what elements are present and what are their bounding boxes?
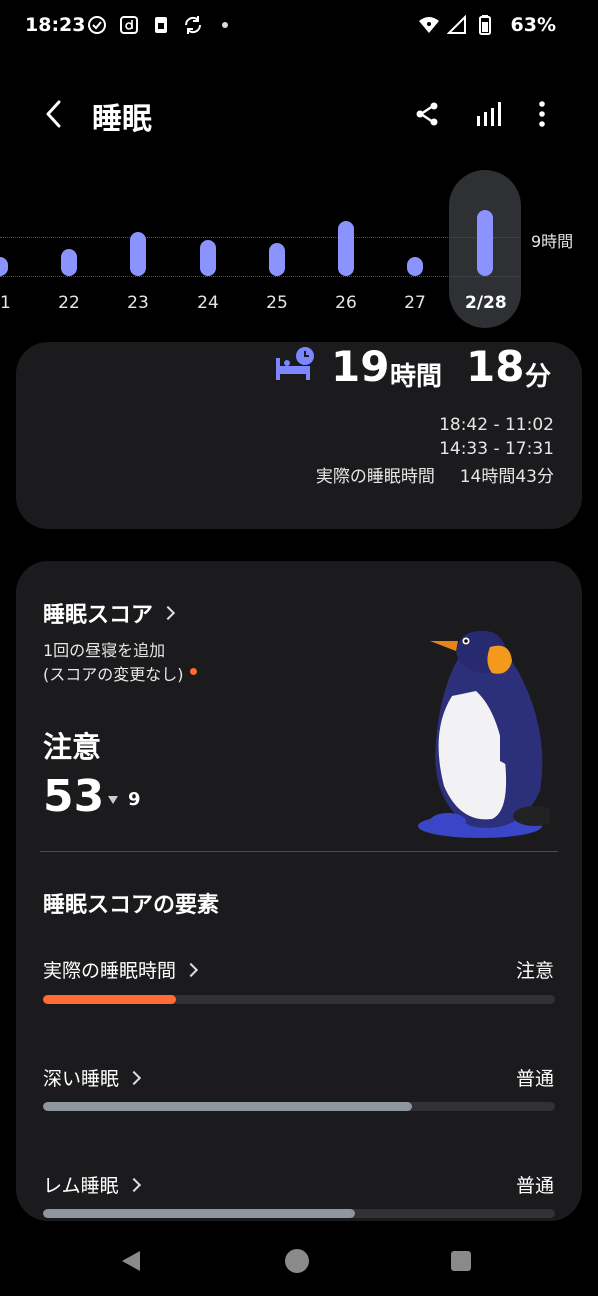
battery-percent: 63% — [510, 14, 556, 36]
sleep-timeline[interactable]: 9時間 21 22 23 24 25 26 27 2/28 — [0, 165, 598, 330]
score-value: 53 — [43, 771, 105, 822]
check-circle-icon — [86, 14, 108, 36]
sim-icon — [150, 14, 172, 36]
sleep-score-link[interactable]: 睡眠スコア — [43, 597, 176, 629]
nav-back-icon — [122, 1251, 140, 1271]
nap-added-text: 1回の昼寝を追加 — [43, 641, 166, 660]
status-icons-right — [418, 14, 496, 36]
total-minutes-value: 18 — [466, 342, 525, 391]
total-minutes-unit: 分 — [525, 362, 552, 392]
sleep-bar[interactable] — [130, 232, 146, 276]
score-delta: 9 — [108, 789, 141, 810]
day-label[interactable]: 21 — [0, 293, 20, 313]
factor-rem-sleep-link[interactable]: レム睡眠 — [43, 1171, 141, 1198]
reference-line-9h — [0, 237, 520, 238]
actual-sleep-label: 実際の睡眠時間 — [315, 467, 435, 487]
factor-progress-track — [43, 995, 555, 1004]
factor-progress-track — [43, 1102, 555, 1111]
sleep-bar[interactable] — [61, 248, 77, 276]
chart-icon — [477, 102, 501, 126]
share-icon — [416, 102, 438, 126]
sleep-bar[interactable] — [200, 240, 216, 276]
nav-recents-icon — [451, 1251, 471, 1271]
day-label[interactable]: 2/28 — [465, 293, 507, 313]
factor-progress-track — [43, 1209, 555, 1218]
day-label[interactable]: 27 — [395, 293, 435, 313]
nav-recents-button[interactable] — [446, 1246, 476, 1276]
back-button[interactable] — [36, 94, 72, 134]
sleep-bar[interactable] — [269, 243, 285, 276]
chevron-right-icon — [160, 605, 176, 621]
status-bar: 18:23 63% — [0, 0, 598, 52]
day-label[interactable]: 23 — [118, 293, 158, 313]
sync-icon — [182, 14, 204, 36]
factor-deep-sleep-link[interactable]: 深い睡眠 — [43, 1064, 142, 1091]
d-app-icon — [118, 14, 140, 36]
factor-label: 深い睡眠 — [43, 1068, 120, 1090]
day-label[interactable]: 26 — [326, 293, 366, 313]
sleep-bar[interactable] — [0, 256, 8, 276]
nav-back-button[interactable] — [116, 1246, 146, 1276]
sleep-score-card: 睡眠スコア 1回の昼寝を追加 (スコアの変更なし) 注意 53 9 睡眠スコアの… — [16, 561, 582, 1221]
sleep-score-title: 睡眠スコア — [43, 603, 154, 628]
score-delta-value: 9 — [128, 789, 141, 810]
sleep-range-1: 18:42 - 11:02 — [439, 415, 554, 435]
nav-home-icon — [285, 1249, 309, 1273]
day-label[interactable]: 25 — [257, 293, 297, 313]
penguin-illustration — [418, 630, 550, 838]
status-icons-left — [86, 14, 236, 36]
factor-status: 注意 — [515, 960, 554, 982]
actual-sleep-row: 実際の睡眠時間 14時間43分 — [316, 462, 554, 487]
sleep-bar[interactable] — [338, 221, 354, 276]
sleep-summary-card[interactable]: 19 時間 18 分 18:42 - 11:02 14:33 - 17:31 実… — [16, 342, 582, 529]
reference-hours-label: 9時間 — [531, 232, 574, 251]
total-hours-unit: 時間 — [390, 362, 443, 392]
sleep-bar[interactable] — [407, 256, 423, 276]
bed-clock-icon — [276, 347, 314, 380]
factor-progress-fill — [43, 1209, 356, 1218]
chart-button[interactable] — [470, 96, 504, 132]
signal-icon — [446, 14, 468, 36]
sleep-range-2: 14:33 - 17:31 — [439, 439, 554, 459]
total-hours-value: 19 — [331, 342, 390, 391]
baseline — [0, 276, 520, 277]
chevron-right-icon — [183, 962, 199, 977]
factor-status: 普通 — [515, 1068, 554, 1090]
page-title: 睡眠 — [92, 102, 152, 137]
day-label[interactable]: 24 — [188, 293, 228, 313]
factor-label: レム睡眠 — [43, 1175, 119, 1197]
factor-label: 実際の睡眠時間 — [43, 960, 177, 982]
down-triangle-icon — [108, 795, 118, 804]
factor-progress-fill — [43, 995, 177, 1004]
sleep-bar[interactable] — [477, 210, 493, 276]
score-elements-title: 睡眠スコアの要素 — [43, 893, 220, 918]
back-arrow-icon — [46, 100, 61, 128]
more-icon — [539, 101, 545, 127]
factor-progress-fill — [43, 1102, 412, 1111]
nap-note-row: (スコアの変更なし) — [43, 661, 197, 685]
more-button[interactable] — [525, 96, 559, 132]
app-bar: 睡眠 — [0, 80, 598, 150]
actual-sleep-value: 14時間43分 — [459, 467, 554, 487]
chevron-right-icon — [126, 1177, 141, 1192]
factor-actual-sleep-link[interactable]: 実際の睡眠時間 — [43, 956, 199, 983]
section-divider — [40, 851, 558, 852]
wifi-icon — [418, 14, 440, 36]
chevron-right-icon — [126, 1070, 142, 1085]
share-button[interactable] — [410, 96, 444, 132]
dot-icon — [214, 14, 236, 36]
battery-icon — [474, 14, 496, 36]
new-badge-dot — [189, 668, 197, 675]
score-status: 注意 — [43, 730, 102, 764]
status-time: 18:23 — [25, 14, 86, 36]
nav-home-button[interactable] — [282, 1246, 312, 1276]
nap-note-text: (スコアの変更なし) — [43, 665, 184, 684]
factor-status: 普通 — [515, 1175, 554, 1197]
system-nav-bar — [0, 1222, 598, 1296]
day-label[interactable]: 22 — [49, 293, 89, 313]
